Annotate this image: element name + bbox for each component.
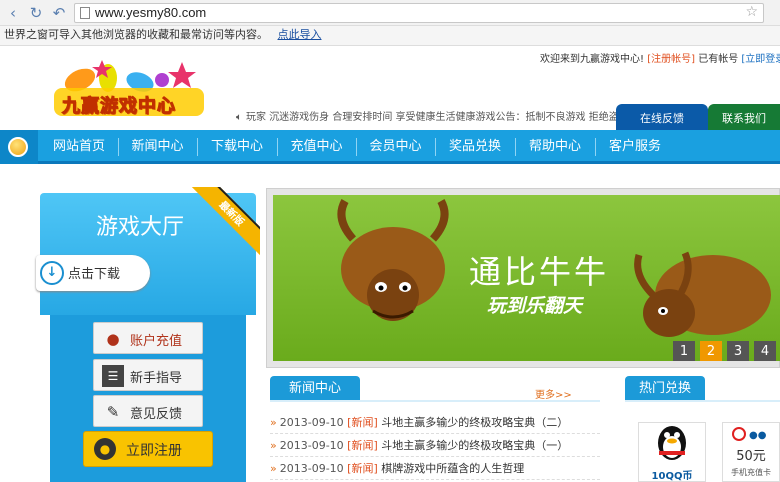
news-title: 斗地主赢多输少的终极攻略宝典（二） [381, 416, 569, 429]
news-item[interactable]: » 2013-09-10 [新闻] 棋牌游戏中所蕴含的人生哲理 [270, 458, 600, 480]
game-hall-title: 游戏大厅 [96, 215, 185, 240]
page-icon [80, 7, 90, 19]
login-link[interactable]: [立即登录] [741, 54, 780, 65]
banner-title: 通比牛牛 [469, 253, 610, 291]
qq-penguin-icon [658, 426, 686, 460]
recharge-button[interactable]: ● 账户充值 [93, 322, 203, 354]
nav-item-recharge[interactable]: 充值中心 [277, 130, 356, 164]
arrow-icon: » [270, 439, 277, 452]
arrow-icon: » [270, 416, 277, 429]
nav-item-home[interactable]: 网站首页 [40, 130, 118, 164]
welcome-bar: 欢迎来到九赢游戏中心! [注册帐号] 已有帐号 [立即登录] [540, 50, 780, 65]
have-account-text: 已有帐号 [698, 54, 739, 65]
book-icon: ☰ [102, 365, 124, 387]
refresh-icon[interactable]: ↻ [27, 4, 45, 22]
piggy-bank-icon: ● [106, 330, 120, 348]
news-tag: [新闻] [347, 416, 378, 429]
register-link[interactable]: [注册帐号] [647, 54, 695, 65]
prize-phone-card[interactable]: ●● 50元 手机充值卡 [722, 422, 780, 482]
edit-icon: ✎ [106, 403, 120, 421]
undo-icon[interactable]: ↶ [50, 4, 68, 22]
prize-qq-label: 10QQ币 [651, 471, 693, 482]
arrow-icon: » [270, 462, 277, 475]
banner-slide[interactable]: 通比牛牛 玩到乐翻天 1 2 3 4 [273, 195, 780, 361]
ribbon-text: 最新版 [190, 187, 260, 256]
prize-phone-sub: 手机充值卡 [731, 468, 771, 477]
news-item[interactable]: » 2013-09-10 [新闻] 斗地主赢多输少的终极攻略宝典（二） [270, 412, 600, 434]
bookmark-star-icon[interactable]: ☆ [745, 4, 758, 20]
feedback-label: 意见反馈 [130, 407, 183, 422]
recharge-label: 账户充值 [130, 334, 183, 349]
nav-item-service[interactable]: 客户服务 [595, 130, 675, 164]
carousel-page-4[interactable]: 4 [754, 341, 776, 361]
browser-toolbar: ‹ ↻ ↶ www.yesmy80.com ☆ [0, 0, 780, 26]
feedback-button[interactable]: ✎ 意见反馈 [93, 395, 203, 427]
nav-item-member[interactable]: 会员中心 [356, 130, 435, 164]
speaker-icon: 🔈︎ [236, 112, 242, 123]
bull-right-graphic [634, 251, 771, 337]
news-item[interactable]: » 2013-09-10 [新闻] 斗地主赢多输少的终极攻略宝典（一） [270, 435, 600, 457]
exchange-divider [625, 400, 780, 402]
welcome-text: 欢迎来到九赢游戏中心! [540, 54, 645, 65]
news-section-title: 新闻中心 [270, 376, 360, 402]
china-unicom-icon: ●● [732, 427, 767, 441]
import-link[interactable]: 点此导入 [278, 28, 322, 41]
news-date: 2013-09-10 [279, 439, 344, 452]
game-hall-box: 游戏大厅 最新版 ↓ 点击下载 [36, 187, 260, 315]
nav-item-download[interactable]: 下载中心 [197, 130, 277, 164]
prize-phone-value: 50元 [736, 449, 766, 464]
carousel-page-1[interactable]: 1 [673, 341, 695, 361]
import-text: 世界之窗可导入其他浏览器的收藏和最常访问等内容。 [4, 28, 268, 41]
user-icon: ● [94, 438, 116, 460]
notice-scroller: 🔈︎ 玩家 沉迷游戏伤身 合理安排时间 享受健康生活健康游戏公告：抵制不良游戏 拒… [236, 108, 629, 123]
nav-item-help[interactable]: 帮助中心 [515, 130, 595, 164]
site-logo[interactable]: 九赢游戏中心 [50, 58, 210, 118]
news-date: 2013-09-10 [279, 416, 344, 429]
contact-us-tab[interactable]: 联系我们 [708, 104, 780, 130]
news-title: 斗地主赢多输少的终极攻略宝典（一） [381, 439, 569, 452]
new-version-ribbon: 最新版 [190, 187, 260, 257]
notice-text: 玩家 沉迷游戏伤身 合理安排时间 享受健康生活健康游戏公告：抵制不良游戏 拒绝盗… [246, 112, 629, 123]
guide-button[interactable]: ☰ 新手指导 [93, 359, 203, 391]
nav-item-news[interactable]: 新闻中心 [118, 130, 197, 164]
bull-left-graphic [337, 199, 449, 321]
svg-text:●●: ●● [749, 430, 767, 441]
carousel-page-2[interactable]: 2 [700, 341, 722, 361]
carousel-page-3[interactable]: 3 [727, 341, 749, 361]
main-nav: 网站首页 新闻中心 下载中心 充值中心 会员中心 奖品兑换 帮助中心 客户服务 [0, 130, 780, 164]
news-date: 2013-09-10 [279, 462, 344, 475]
logo-text: 九赢游戏中心 [62, 96, 176, 118]
news-more-link[interactable]: 更多>> [535, 386, 572, 401]
download-button[interactable]: ↓ 点击下载 [36, 255, 150, 291]
download-arrow-icon: ↓ [40, 261, 64, 285]
banner-carousel: 通比牛牛 玩到乐翻天 1 2 3 4 [266, 188, 780, 368]
news-title: 棋牌游戏中所蕴含的人生哲理 [381, 462, 525, 475]
news-tag: [新闻] [347, 439, 378, 452]
url-text: www.yesmy80.com [95, 5, 207, 20]
banner-subtitle: 玩到乐翻天 [487, 295, 583, 317]
ball-icon [8, 137, 28, 157]
online-feedback-tab[interactable]: 在线反馈 [616, 104, 708, 130]
nav-home-badge [0, 130, 38, 164]
address-bar[interactable]: www.yesmy80.com ☆ [74, 3, 764, 23]
download-label: 点击下载 [68, 267, 121, 282]
prize-qq-coins[interactable]: 10QQ币 [638, 422, 706, 482]
nav-item-prizes[interactable]: 奖品兑换 [435, 130, 515, 164]
side-panel: ● 账户充值 ☰ 新手指导 ✎ 意见反馈 ● 立即注册 [50, 315, 246, 482]
news-tag: [新闻] [347, 462, 378, 475]
register-button[interactable]: ● 立即注册 [83, 431, 213, 467]
exchange-section-title: 热门兑换 [625, 376, 705, 402]
import-notification-bar: 世界之窗可导入其他浏览器的收藏和最常访问等内容。 点此导入 [0, 26, 780, 46]
register-label: 立即注册 [126, 443, 182, 459]
guide-label: 新手指导 [130, 371, 183, 386]
back-icon[interactable]: ‹ [4, 4, 22, 22]
